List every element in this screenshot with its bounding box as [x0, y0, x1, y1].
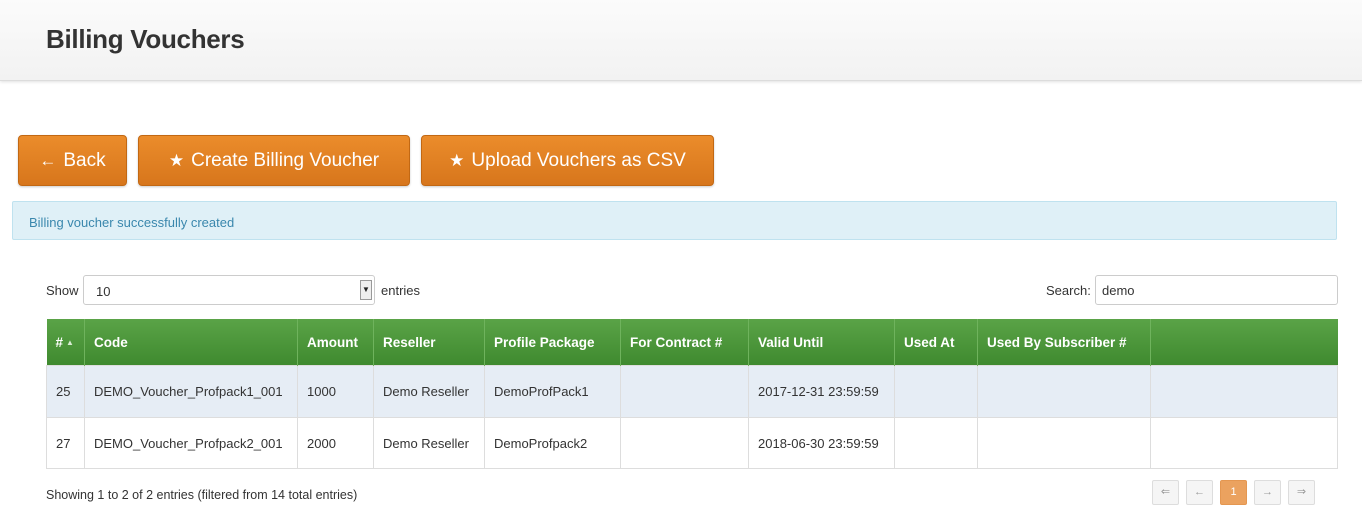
cell-profile-package: DemoProfPack1 — [484, 365, 621, 418]
cell-amount: 1000 — [297, 365, 374, 418]
cell-actions — [1150, 365, 1338, 418]
back-button[interactable]: ← Back — [18, 135, 127, 186]
back-button-label: Back — [63, 149, 106, 171]
next-page-button[interactable]: → — [1254, 480, 1281, 505]
column-header-actions — [1150, 319, 1338, 366]
cell-valid-until: 2018-06-30 23:59:59 — [748, 417, 895, 469]
cell-used-at — [894, 417, 978, 469]
upload-button-label: Upload Vouchers as CSV — [471, 149, 686, 171]
vouchers-table: # ▲ Code Amount Reseller Profile Package … — [46, 319, 1338, 469]
cell-profile-package: DemoProfpack2 — [484, 417, 621, 469]
column-header-code[interactable]: Code — [84, 319, 298, 366]
upload-vouchers-csv-button[interactable]: ★ Upload Vouchers as CSV — [421, 135, 714, 186]
star-icon: ★ — [168, 150, 185, 170]
search-input[interactable] — [1095, 275, 1338, 305]
column-header-id[interactable]: # ▲ — [46, 319, 85, 366]
entries-select[interactable]: 10 ▼ — [83, 275, 375, 305]
column-header-used-by-subscriber[interactable]: Used By Subscriber # — [977, 319, 1151, 366]
cell-id: 27 — [46, 417, 85, 469]
column-header-for-contract[interactable]: For Contract # — [620, 319, 749, 366]
column-header-valid-until[interactable]: Valid Until — [748, 319, 895, 366]
cell-for-contract — [620, 365, 749, 418]
cell-used-by-subscriber — [977, 365, 1151, 418]
column-header-amount[interactable]: Amount — [297, 319, 374, 366]
cell-actions — [1150, 417, 1338, 469]
table-row[interactable]: 27 DEMO_Voucher_Profpack2_001 2000 Demo … — [46, 417, 1338, 469]
prev-page-button[interactable]: ← — [1186, 480, 1213, 505]
cell-amount: 2000 — [297, 417, 374, 469]
cell-used-at — [894, 365, 978, 418]
create-button-label: Create Billing Voucher — [191, 149, 380, 171]
cell-reseller: Demo Reseller — [373, 417, 485, 469]
star-icon: ★ — [449, 150, 465, 170]
cell-used-by-subscriber — [977, 417, 1151, 469]
cell-code: DEMO_Voucher_Profpack2_001 — [84, 417, 298, 469]
page-header: Billing Vouchers — [0, 0, 1362, 81]
column-header-profile-package[interactable]: Profile Package — [484, 319, 621, 366]
cell-for-contract — [620, 417, 749, 469]
cell-id: 25 — [46, 365, 85, 418]
sort-asc-icon: ▲ — [66, 337, 74, 347]
cell-reseller: Demo Reseller — [373, 365, 485, 418]
page-title: Billing Vouchers — [46, 24, 245, 54]
create-billing-voucher-button[interactable]: ★ Create Billing Voucher — [138, 135, 410, 186]
arrow-left-icon: ← — [39, 150, 57, 170]
page-1-button[interactable]: 1 — [1220, 480, 1247, 505]
search-label: Search: — [1046, 283, 1091, 298]
first-page-button[interactable]: ⇐ — [1152, 480, 1179, 505]
last-page-button[interactable]: ⇒ — [1288, 480, 1315, 505]
cell-code: DEMO_Voucher_Profpack1_001 — [84, 365, 298, 418]
table-info: Showing 1 to 2 of 2 entries (filtered fr… — [46, 488, 358, 502]
success-alert: Billing voucher successfully created — [12, 201, 1337, 240]
table-header-row: # ▲ Code Amount Reseller Profile Package … — [46, 319, 1338, 366]
cell-valid-until: 2017-12-31 23:59:59 — [748, 365, 895, 418]
chevron-down-icon[interactable]: ▼ — [360, 280, 372, 300]
column-header-reseller[interactable]: Reseller — [373, 319, 485, 366]
entries-select-value: 10 — [96, 284, 111, 299]
entries-label: entries — [381, 283, 421, 298]
show-label: Show — [46, 283, 79, 298]
table-row[interactable]: 25 DEMO_Voucher_Profpack1_001 1000 Demo … — [46, 365, 1338, 418]
column-header-used-at[interactable]: Used At — [894, 319, 978, 366]
